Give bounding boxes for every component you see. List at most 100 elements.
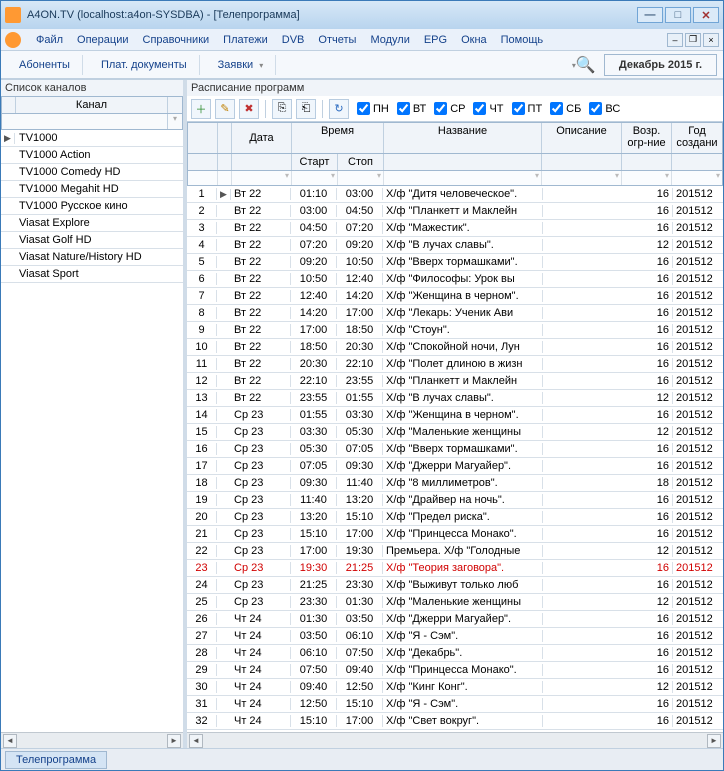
schedule-row[interactable]: 14 Ср 23 01:55 03:30 Х/ф "Женщина в черн… [187,407,723,424]
day-checkbox-ЧТ[interactable]: ЧТ [473,102,503,115]
scroll-left-icon[interactable]: ◄ [189,734,203,748]
scroll-right-icon[interactable]: ► [707,734,721,748]
schedule-row[interactable]: 29 Чт 24 07:50 09:40 Х/ф "Принцесса Мона… [187,662,723,679]
menu-3[interactable]: Платежи [216,32,275,48]
channel-filter-row[interactable]: ▾ [1,114,183,130]
col-date[interactable]: Дата [232,123,292,153]
menu-8[interactable]: Окна [454,32,494,48]
mdi-minimize-button[interactable]: – [667,33,683,47]
schedule-row[interactable]: 20 Ср 23 13:20 15:10 Х/ф "Предел риска".… [187,509,723,526]
scroll-right-icon[interactable]: ► [167,734,181,748]
col-desc[interactable]: Описание [542,123,622,153]
schedule-row[interactable]: 22 Ср 23 17:00 19:30 Премьера. Х/ф "Голо… [187,543,723,560]
toolbar-more-dropdown[interactable] [566,59,576,71]
schedule-row[interactable]: 27 Чт 24 03:50 06:10 Х/ф "Я - Сэм". 16 2… [187,628,723,645]
toolbar-zayavki[interactable]: Заявки [206,55,277,75]
menu-7[interactable]: EPG [417,32,454,48]
channel-row[interactable]: Viasat Sport [1,266,183,283]
schedule-row[interactable]: 28 Чт 24 06:10 07:50 Х/ф "Декабрь". 16 2… [187,645,723,662]
channel-row[interactable]: Viasat Golf HD [1,232,183,249]
schedule-row[interactable]: 1 ▶ Вт 22 01:10 03:00 Х/ф "Дитя человече… [187,186,723,203]
col-start[interactable]: Старт [292,154,338,170]
col-age[interactable]: Возр. огр-ние [622,123,672,153]
schedule-row[interactable]: 10 Вт 22 18:50 20:30 Х/ф "Спокойной ночи… [187,339,723,356]
channel-row[interactable]: TV1000 Megahit HD [1,181,183,198]
schedule-row[interactable]: 3 Вт 22 04:50 07:20 Х/ф "Мажестик". 16 2… [187,220,723,237]
cell-name: Х/ф "Джерри Магуайер". [383,460,543,472]
schedule-row[interactable]: 32 Чт 24 15:10 17:00 Х/ф "Свет вокруг". … [187,713,723,730]
day-checkbox-ПТ[interactable]: ПТ [512,102,543,115]
schedule-row[interactable]: 19 Ср 23 11:40 13:20 Х/ф "Драйвер на ноч… [187,492,723,509]
status-tab[interactable]: Телепрограмма [5,751,107,769]
schedule-row[interactable]: 24 Ср 23 21:25 23:30 Х/ф "Выживут только… [187,577,723,594]
channel-row[interactable]: Viasat Nature/History HD [1,249,183,266]
search-icon[interactable]: 🔍 [576,55,596,75]
toolbar-abonenty[interactable]: Абоненты [7,55,83,75]
channel-sort-icon[interactable] [168,97,182,113]
edit-icon[interactable]: ✎ [215,99,235,119]
day-checkbox-ПН[interactable]: ПН [357,102,389,115]
schedule-filter-row[interactable]: ▾▾▾ ▾▾▾▾ [187,171,723,186]
col-time[interactable]: Время [292,123,384,153]
schedule-row[interactable]: 2 Вт 22 03:00 04:50 Х/ф "Планкетт и Макл… [187,203,723,220]
col-year[interactable]: Год создани [672,123,722,153]
schedule-row[interactable]: 17 Ср 23 07:05 09:30 Х/ф "Джерри Магуайе… [187,458,723,475]
cell-year: 201512 [673,205,723,217]
day-checkbox-СР[interactable]: СР [434,102,465,115]
schedule-row[interactable]: 4 Вт 22 07:20 09:20 Х/ф "В лучах славы".… [187,237,723,254]
cell-stop: 03:00 [337,188,383,200]
import-icon[interactable]: ⎘ [272,99,292,119]
channel-column-header[interactable]: Канал [16,97,168,113]
schedule-row[interactable]: 5 Вт 22 09:20 10:50 Х/ф "Вверх тормашкам… [187,254,723,271]
month-selector[interactable]: Декабрь 2015 г. [604,54,717,76]
schedule-row[interactable]: 9 Вт 22 17:00 18:50 Х/ф "Стоун". 16 2015… [187,322,723,339]
schedule-hscroll[interactable]: ◄ ► [187,732,723,748]
menu-6[interactable]: Модули [363,32,416,48]
day-checkbox-СБ[interactable]: СБ [550,102,581,115]
maximize-button[interactable]: □ [665,7,691,23]
schedule-row[interactable]: 23 Ср 23 19:30 21:25 Х/ф "Теория заговор… [187,560,723,577]
mdi-close-button[interactable]: × [703,33,719,47]
schedule-row[interactable]: 15 Ср 23 03:30 05:30 Х/ф "Маленькие женщ… [187,424,723,441]
menu-5[interactable]: Отчеты [311,32,363,48]
channel-row[interactable]: TV1000 Action [1,147,183,164]
menu-2[interactable]: Справочники [136,32,217,48]
toolbar-platdok[interactable]: Плат. документы [89,55,200,75]
channel-row[interactable]: TV1000 Русское кино [1,198,183,215]
refresh-icon[interactable]: ↻ [329,99,349,119]
minimize-button[interactable]: — [637,7,663,23]
day-checkbox-ВС[interactable]: ВС [589,102,620,115]
channel-hscroll[interactable]: ◄ ► [1,732,183,748]
close-button[interactable]: ✕ [693,7,719,23]
schedule-row[interactable]: 25 Ср 23 23:30 01:30 Х/ф "Маленькие женщ… [187,594,723,611]
channel-row[interactable]: Viasat Explore [1,215,183,232]
day-checkbox-ВТ[interactable]: ВТ [397,102,426,115]
delete-icon[interactable]: ✖ [239,99,259,119]
scroll-left-icon[interactable]: ◄ [3,734,17,748]
schedule-row[interactable]: 31 Чт 24 12:50 15:10 Х/ф "Я - Сэм". 16 2… [187,696,723,713]
export-icon[interactable]: ⎗ [296,99,316,119]
schedule-row[interactable]: 13 Вт 22 23:55 01:55 Х/ф "В лучах славы"… [187,390,723,407]
schedule-row[interactable]: 12 Вт 22 22:10 23:55 Х/ф "Планкетт и Мак… [187,373,723,390]
schedule-row[interactable]: 11 Вт 22 20:30 22:10 Х/ф "Полет длиною в… [187,356,723,373]
schedule-row[interactable]: 26 Чт 24 01:30 03:50 Х/ф "Джерри Магуайе… [187,611,723,628]
schedule-row[interactable]: 18 Ср 23 09:30 11:40 Х/ф "8 миллиметров"… [187,475,723,492]
schedule-row[interactable]: 16 Ср 23 05:30 07:05 Х/ф "Вверх тормашка… [187,441,723,458]
titlebar[interactable]: A4ON.TV (localhost:a4on-SYSDBA) - [Телеп… [1,1,723,29]
col-stop[interactable]: Стоп [338,154,384,170]
schedule-row[interactable]: 6 Вт 22 10:50 12:40 Х/ф "Философы: Урок … [187,271,723,288]
menu-1[interactable]: Операции [70,32,135,48]
row-number: 25 [187,596,217,608]
mdi-restore-button[interactable]: ❐ [685,33,701,47]
menu-4[interactable]: DVB [275,32,312,48]
schedule-row[interactable]: 8 Вт 22 14:20 17:00 Х/ф "Лекарь: Ученик … [187,305,723,322]
menu-0[interactable]: Файл [29,32,70,48]
schedule-row[interactable]: 7 Вт 22 12:40 14:20 Х/ф "Женщина в черно… [187,288,723,305]
add-icon[interactable]: ＋ [191,99,211,119]
schedule-row[interactable]: 21 Ср 23 15:10 17:00 Х/ф "Принцесса Мона… [187,526,723,543]
schedule-row[interactable]: 30 Чт 24 09:40 12:50 Х/ф "Кинг Конг". 12… [187,679,723,696]
channel-row[interactable]: ▶TV1000 [1,130,183,147]
channel-row[interactable]: TV1000 Comedy HD [1,164,183,181]
menu-9[interactable]: Помощь [494,32,551,48]
col-name[interactable]: Название [384,123,542,153]
